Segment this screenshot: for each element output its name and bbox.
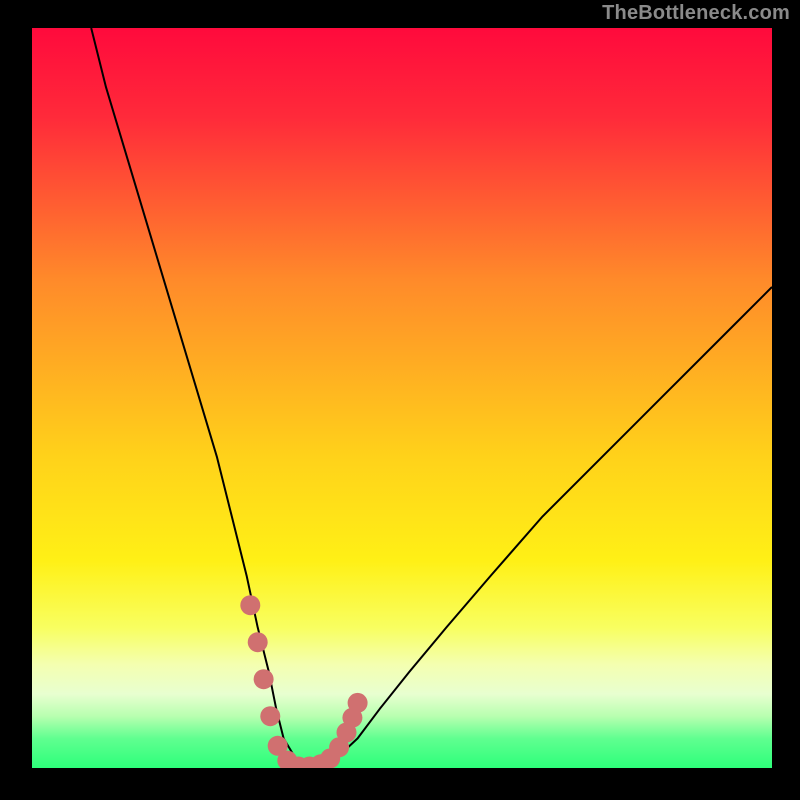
marker-dot xyxy=(260,706,280,726)
chart-frame: TheBottleneck.com xyxy=(0,0,800,800)
marker-dot xyxy=(348,693,368,713)
marker-dot xyxy=(248,632,268,652)
chart-svg xyxy=(32,28,772,768)
marker-dot xyxy=(254,669,274,689)
bottleneck-curve xyxy=(91,28,772,766)
watermark-text: TheBottleneck.com xyxy=(602,2,790,25)
marker-group xyxy=(240,595,367,768)
marker-dot xyxy=(240,595,260,615)
plot-area xyxy=(32,28,772,768)
